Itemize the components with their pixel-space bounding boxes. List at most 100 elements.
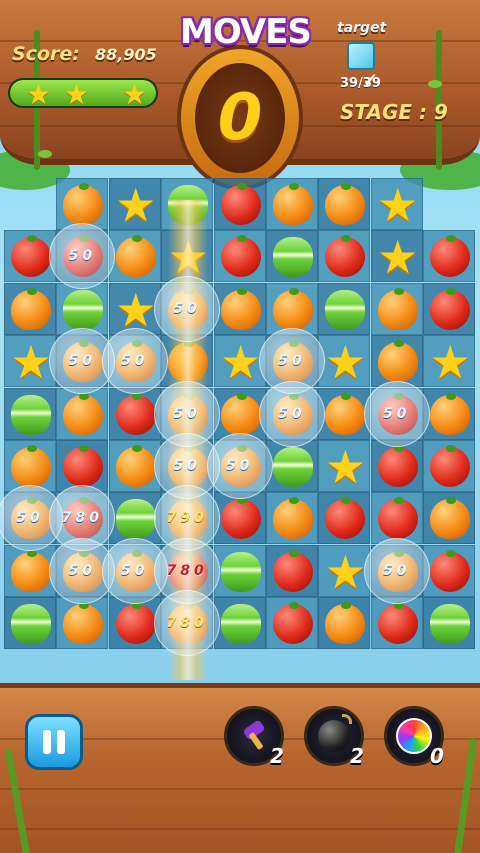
board-cell[interactable]: [370, 492, 423, 545]
leaf-stem: [446, 287, 457, 295]
bottom-control-panel: 2 2 0: [0, 683, 480, 853]
leaf-stem: [446, 392, 457, 400]
board-cell[interactable]: [4, 597, 56, 650]
star-candy-piece: ★: [377, 230, 419, 285]
board-cell[interactable]: ★: [318, 440, 371, 492]
board-cell[interactable]: [213, 387, 266, 440]
orange-piece: [273, 497, 313, 540]
board-cell[interactable]: [266, 282, 318, 335]
board-cell[interactable]: [56, 387, 109, 440]
score-popup-value: 50: [278, 353, 306, 370]
score-popup-value: 780: [61, 510, 103, 527]
tomato-piece: [273, 602, 313, 645]
leaf-stem: [289, 287, 299, 295]
board-cell[interactable]: [370, 335, 423, 388]
board-cell[interactable]: [213, 492, 266, 545]
board-cell[interactable]: [266, 178, 318, 230]
score-popup-bubble: 50: [363, 537, 430, 604]
board-cell[interactable]: [213, 230, 266, 283]
leaf-stem: [79, 183, 90, 190]
tomato-piece: [63, 445, 104, 487]
score-popup-value: 50: [173, 458, 201, 474]
board-cell[interactable]: ★: [108, 282, 161, 335]
board-cell[interactable]: [318, 597, 371, 650]
board-cell[interactable]: [423, 387, 476, 440]
board-cell[interactable]: [318, 178, 371, 230]
board-cell[interactable]: [4, 544, 56, 597]
board-cell[interactable]: [108, 230, 161, 283]
tomato-piece: [220, 235, 261, 278]
board-cell[interactable]: [318, 282, 371, 335]
board-cell[interactable]: [108, 387, 161, 440]
score-popup-bubble: 50: [363, 380, 430, 447]
board-cell[interactable]: [266, 230, 318, 283]
board-cell[interactable]: [56, 440, 109, 492]
board-cell[interactable]: [370, 282, 423, 335]
board-cell[interactable]: [370, 597, 423, 650]
board-cell[interactable]: ★: [370, 230, 423, 285]
orange-piece: [325, 183, 366, 225]
tomato-piece: [377, 497, 418, 540]
board-cell[interactable]: [108, 492, 161, 545]
moves-counter-inner: 0: [195, 63, 285, 173]
board-cell[interactable]: ★: [370, 178, 423, 230]
board-cell[interactable]: ★: [108, 178, 161, 232]
board-cell[interactable]: [423, 230, 476, 283]
board-cell[interactable]: ★: [318, 544, 371, 599]
board-cell[interactable]: [108, 440, 161, 492]
leaf-stem: [446, 235, 457, 243]
orange-piece: [11, 549, 51, 592]
macaron-piece: [11, 394, 51, 435]
board-cell[interactable]: [4, 440, 56, 492]
board-cell[interactable]: ★: [4, 335, 56, 388]
board-cell[interactable]: [266, 440, 318, 492]
star-candy-piece: ★: [115, 178, 157, 232]
board-cell[interactable]: [56, 178, 109, 230]
board-cell[interactable]: [213, 282, 266, 335]
board-cell[interactable]: [213, 544, 266, 597]
star-candy-piece: ★: [324, 335, 367, 390]
tomato-piece: [377, 602, 418, 645]
board-cell[interactable]: ★: [213, 335, 266, 388]
score-popup-value: 50: [68, 562, 97, 579]
moves-counter: 0: [177, 45, 303, 190]
board-cell[interactable]: [266, 544, 318, 597]
orange-piece: [220, 287, 261, 330]
orange-piece: [115, 445, 156, 487]
checkmark-icon: ✓: [362, 68, 379, 92]
board-cell[interactable]: [266, 597, 318, 650]
board-cell[interactable]: [4, 282, 56, 335]
leaf-stem: [289, 183, 299, 190]
score-popup-value: 50: [173, 405, 201, 422]
macaron-piece: [115, 499, 156, 540]
star-candy-piece: ★: [324, 544, 367, 599]
board-cell[interactable]: [4, 230, 56, 283]
board-cell[interactable]: [423, 440, 476, 492]
board-cell[interactable]: [266, 492, 318, 545]
leaf-stem: [341, 392, 352, 400]
board-cell[interactable]: [56, 282, 109, 335]
board-cell[interactable]: [423, 544, 476, 597]
leaf-stem: [131, 235, 142, 243]
board-cell[interactable]: [423, 492, 476, 545]
board-cell[interactable]: ★: [423, 335, 476, 388]
board-cell[interactable]: [213, 597, 266, 650]
score-popup-bubble: 50: [101, 328, 168, 395]
board-cell[interactable]: [213, 178, 266, 230]
board-cell[interactable]: [4, 387, 56, 440]
board-cell[interactable]: ★: [318, 335, 371, 390]
board-cell[interactable]: [56, 597, 109, 650]
pause-button[interactable]: [25, 714, 83, 770]
board-cell[interactable]: [423, 597, 476, 650]
board-cell[interactable]: [370, 440, 423, 492]
board-cell[interactable]: [423, 282, 476, 335]
score-popup-bubble: 50: [206, 433, 273, 499]
leaf-stem: [79, 445, 90, 452]
board-cell[interactable]: [318, 230, 371, 283]
orange-piece: [11, 287, 51, 330]
board-cell[interactable]: [318, 492, 371, 545]
orange-piece: [377, 287, 418, 330]
board-cell[interactable]: [318, 387, 371, 440]
board-cell[interactable]: [108, 597, 161, 650]
tomato-piece: [115, 392, 156, 435]
